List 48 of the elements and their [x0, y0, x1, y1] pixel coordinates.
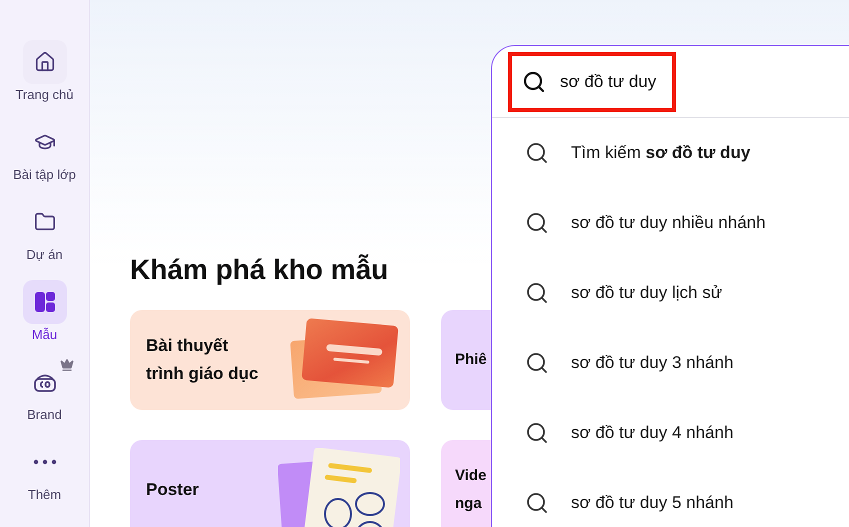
sidebar-label: Bài tập lớp: [13, 166, 76, 184]
sidebar-item[interactable]: Dự án: [0, 200, 90, 280]
suggestion-text: sơ đồ tư duy 4 nhánh: [571, 422, 734, 444]
search-icon: [525, 211, 549, 235]
suggestion-text: Tìm kiếm sơ đồ tư duy: [571, 142, 750, 164]
section-title: Khám phá kho mẫu: [130, 253, 390, 287]
search-icon: [525, 421, 549, 445]
search-icon: [525, 351, 549, 375]
template-card[interactable]: Phiê: [441, 310, 491, 410]
sidebar-item[interactable]: Bài tập lớp: [0, 120, 90, 200]
search-icon: [525, 281, 549, 305]
card-title: Poster: [146, 479, 200, 501]
suggestion-text: sơ đồ tư duy nhiều nhánh: [571, 212, 766, 234]
search-icon: [522, 70, 546, 94]
sidebar-item[interactable]: Brand: [0, 360, 90, 440]
suggestion-text: sơ đồ tư duy 5 nhánh: [571, 492, 734, 514]
card-title: Bài thuyết: [146, 335, 230, 357]
card-title: nga: [455, 494, 483, 514]
search-icon: [525, 141, 549, 165]
search-suggestion[interactable]: sơ đồ tư duy lịch sử: [492, 258, 849, 328]
search-suggestion[interactable]: Tìm kiếm sơ đồ tư duy: [492, 118, 849, 188]
sidebar-label: Thêm: [28, 486, 62, 504]
sidebar-item[interactable]: Thêm: [0, 440, 90, 520]
search-suggestion[interactable]: sơ đồ tư duy 3 nhánh: [492, 328, 849, 398]
card-title: Vide: [455, 466, 488, 486]
sidebar-item[interactable]: Mẫu: [0, 280, 90, 360]
suggestion-text: sơ đồ tư duy 3 nhánh: [571, 352, 734, 374]
card-title: Phiê: [455, 350, 488, 370]
card-title: trình giáo dục: [146, 363, 260, 385]
search-input-text: sơ đồ tư duy: [560, 70, 658, 93]
search-icon: [525, 491, 549, 515]
sidebar-label: Dự án: [26, 246, 63, 264]
template-card[interactable]: Poster: [130, 440, 410, 527]
sidebar-item[interactable]: Trang chủ: [0, 40, 90, 120]
search-suggestion[interactable]: sơ đồ tư duy 4 nhánh: [492, 398, 849, 468]
sidebar-label: Trang chủ: [15, 86, 74, 104]
search-field[interactable]: sơ đồ tư duy: [508, 52, 676, 112]
sidebar-label: Brand: [27, 406, 62, 424]
template-card[interactable]: Vide nga: [441, 440, 491, 527]
suggestion-text: sơ đồ tư duy lịch sử: [571, 282, 722, 304]
template-card[interactable]: Bài thuyết trình giáo dục: [130, 310, 410, 410]
search-suggestion[interactable]: sơ đồ tư duy 5 nhánh: [492, 468, 849, 527]
template-grid-icon: [34, 291, 56, 313]
folder-icon: [34, 211, 56, 233]
home-icon: [34, 51, 56, 73]
sidebar-label: Mẫu: [32, 326, 58, 344]
more-dots-icon: [32, 459, 56, 465]
search-suggestion[interactable]: sơ đồ tư duy nhiều nhánh: [492, 188, 849, 258]
